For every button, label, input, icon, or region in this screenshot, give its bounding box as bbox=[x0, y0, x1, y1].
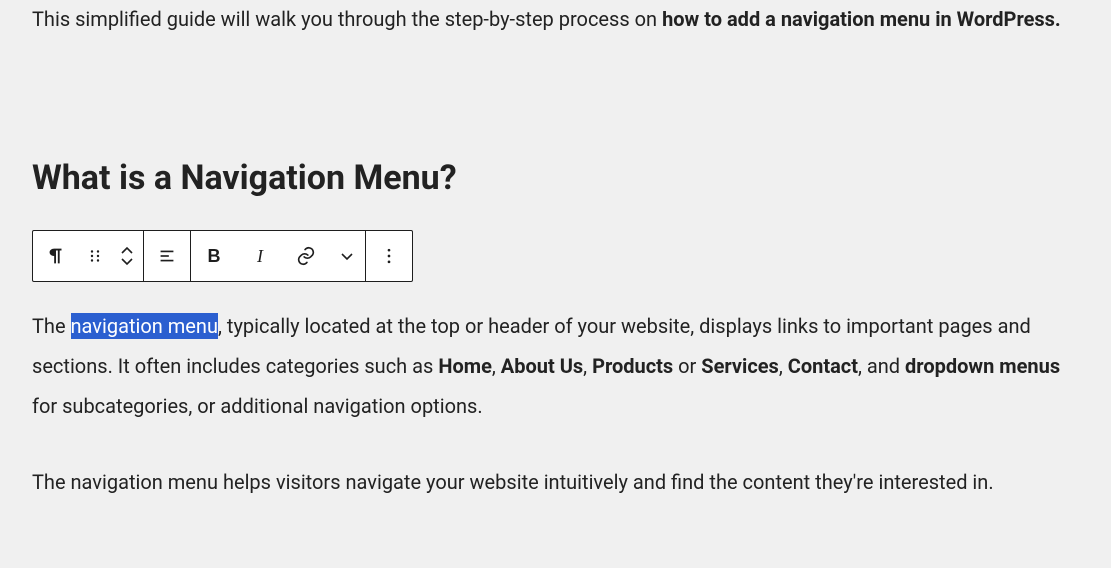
text: , bbox=[583, 354, 592, 378]
block-toolbar: B I bbox=[32, 230, 413, 282]
toolbar-group-block bbox=[33, 231, 144, 281]
body-paragraph-2[interactable]: The navigation menu helps visitors navig… bbox=[32, 462, 1079, 502]
italic-button[interactable]: I bbox=[237, 231, 283, 281]
drag-handle-button[interactable] bbox=[79, 231, 111, 281]
toolbar-group-format: B I bbox=[191, 231, 366, 281]
text: , bbox=[492, 354, 501, 378]
text: The bbox=[32, 314, 71, 338]
paragraph-block-button[interactable] bbox=[33, 231, 79, 281]
dropdown-menus-strong: dropdown menus bbox=[905, 354, 1060, 378]
italic-icon: I bbox=[257, 246, 263, 267]
link-icon bbox=[295, 245, 317, 267]
move-buttons[interactable] bbox=[111, 231, 143, 281]
text: , and bbox=[858, 354, 905, 378]
toolbar-group-align bbox=[144, 231, 191, 281]
drag-icon bbox=[86, 247, 104, 265]
bold-icon: B bbox=[208, 246, 221, 267]
move-down-icon bbox=[120, 256, 134, 266]
bold-button[interactable]: B bbox=[191, 231, 237, 281]
intro-paragraph: This simplified guide will walk you thro… bbox=[32, 0, 1079, 38]
options-icon bbox=[379, 246, 399, 266]
category-services: Services bbox=[701, 354, 779, 378]
category-home: Home bbox=[438, 354, 492, 378]
intro-strong: how to add a navigation menu in WordPres… bbox=[662, 7, 1061, 31]
text: , bbox=[779, 354, 788, 378]
body-paragraph-1[interactable]: The navigation menu, typically located a… bbox=[32, 306, 1079, 426]
section-heading[interactable]: What is a Navigation Menu? bbox=[32, 158, 1079, 198]
category-about: About Us bbox=[501, 354, 583, 378]
category-contact: Contact bbox=[788, 354, 858, 378]
align-button[interactable] bbox=[144, 231, 190, 281]
chevron-down-icon bbox=[339, 248, 355, 264]
paragraph-icon bbox=[45, 245, 67, 267]
move-up-icon bbox=[120, 246, 134, 256]
options-button[interactable] bbox=[366, 231, 412, 281]
selected-text[interactable]: navigation menu bbox=[71, 313, 218, 339]
text: for subcategories, or additional navigat… bbox=[32, 394, 483, 418]
link-button[interactable] bbox=[283, 231, 329, 281]
text: or bbox=[673, 354, 701, 378]
category-products: Products bbox=[592, 354, 673, 378]
align-icon bbox=[156, 245, 178, 267]
more-format-button[interactable] bbox=[329, 231, 365, 281]
toolbar-group-options bbox=[366, 231, 412, 281]
intro-text: This simplified guide will walk you thro… bbox=[32, 7, 662, 31]
